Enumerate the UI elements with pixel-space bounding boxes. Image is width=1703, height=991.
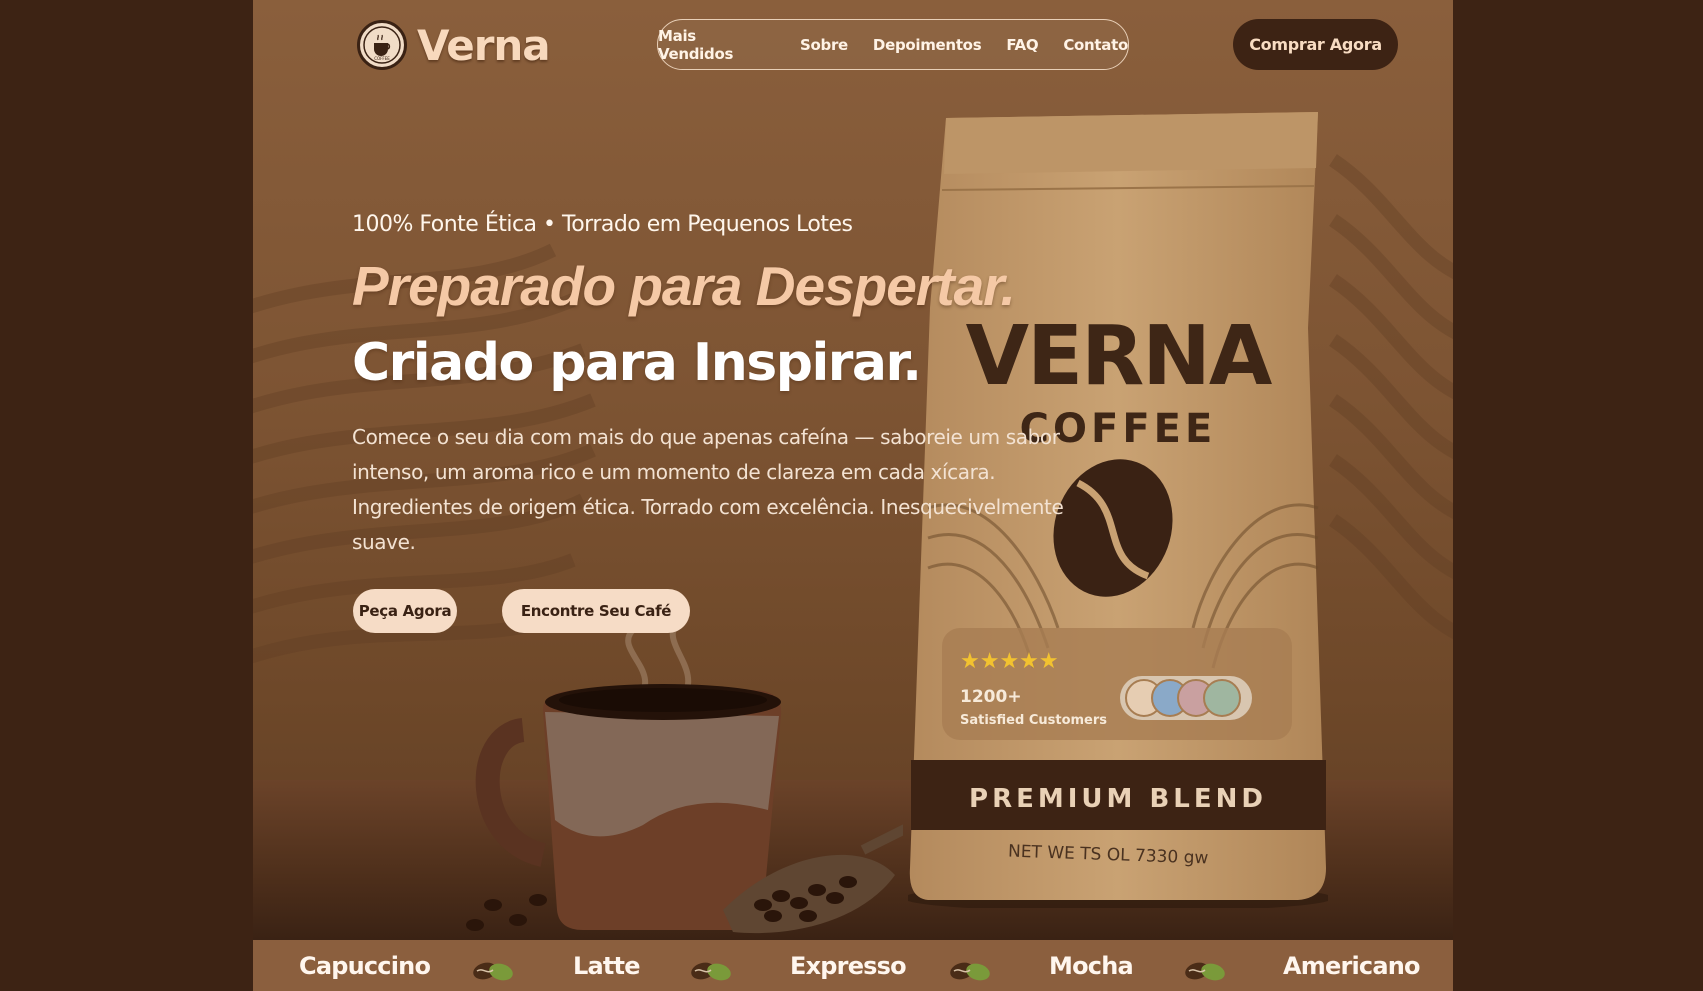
coffee-beans-icon — [950, 962, 990, 981]
coffee-beans-icon — [473, 962, 513, 981]
order-now-button[interactable]: Peça Agora — [353, 589, 457, 633]
bag-band-label: PREMIUM BLEND — [969, 784, 1267, 814]
coffee-beans-icon — [691, 962, 731, 981]
buy-now-button[interactable]: Comprar Agora — [1233, 19, 1398, 70]
strip-item-mocha: Mocha — [1049, 952, 1134, 980]
hero-eyebrow: 100% Fonte Ética • Torrado em Pequenos L… — [352, 212, 853, 237]
customers-label: Satisfied Customers — [960, 713, 1107, 728]
svg-text:COFFEE: COFFEE — [374, 56, 390, 61]
find-your-coffee-button[interactable]: Encontre Seu Café — [502, 589, 690, 633]
coffee-types-strip: Capuccino Latte Expresso Mocha Americano — [253, 940, 1453, 991]
main-nav: Mais Vendidos Sobre Depoimentos FAQ Cont… — [657, 19, 1129, 70]
coffee-cup-icon: COFFEE — [357, 20, 407, 70]
coffee-mug-image — [466, 620, 903, 934]
hero-headline-line2: Criado para Inspirar. — [352, 333, 922, 393]
hero-headline-line1: Preparado para Despertar. — [352, 255, 1016, 317]
hero-description: Comece o seu dia com mais do que apenas … — [352, 425, 1064, 554]
customer-avatars — [1125, 679, 1241, 717]
nav-link-contato[interactable]: Contato — [1063, 36, 1128, 54]
brand-name: Verna — [417, 20, 551, 70]
svg-text:★★★★★: ★★★★★ — [960, 649, 1059, 674]
coffee-beans-icon — [1185, 962, 1225, 981]
nav-link-mais-vendidos[interactable]: Mais Vendidos — [658, 27, 775, 63]
strip-item-expresso: Expresso — [790, 952, 907, 980]
customers-count: 1200+ — [960, 687, 1022, 707]
nav-link-sobre[interactable]: Sobre — [800, 36, 848, 54]
hero-section: COFFEE Verna Mais Vendidos Sobre Depoime… — [253, 0, 1453, 991]
nav-link-faq[interactable]: FAQ — [1006, 36, 1038, 54]
nav-link-depoimentos[interactable]: Depoimentos — [873, 36, 982, 54]
brand-logo[interactable]: COFFEE Verna — [357, 20, 551, 70]
strip-item-capuccino: Capuccino — [299, 952, 431, 980]
strip-item-americano: Americano — [1283, 952, 1421, 980]
strip-item-latte: Latte — [573, 952, 641, 980]
star-rating: ★★★★★ — [960, 649, 1059, 674]
bag-brand-text: VERNA — [966, 309, 1273, 404]
